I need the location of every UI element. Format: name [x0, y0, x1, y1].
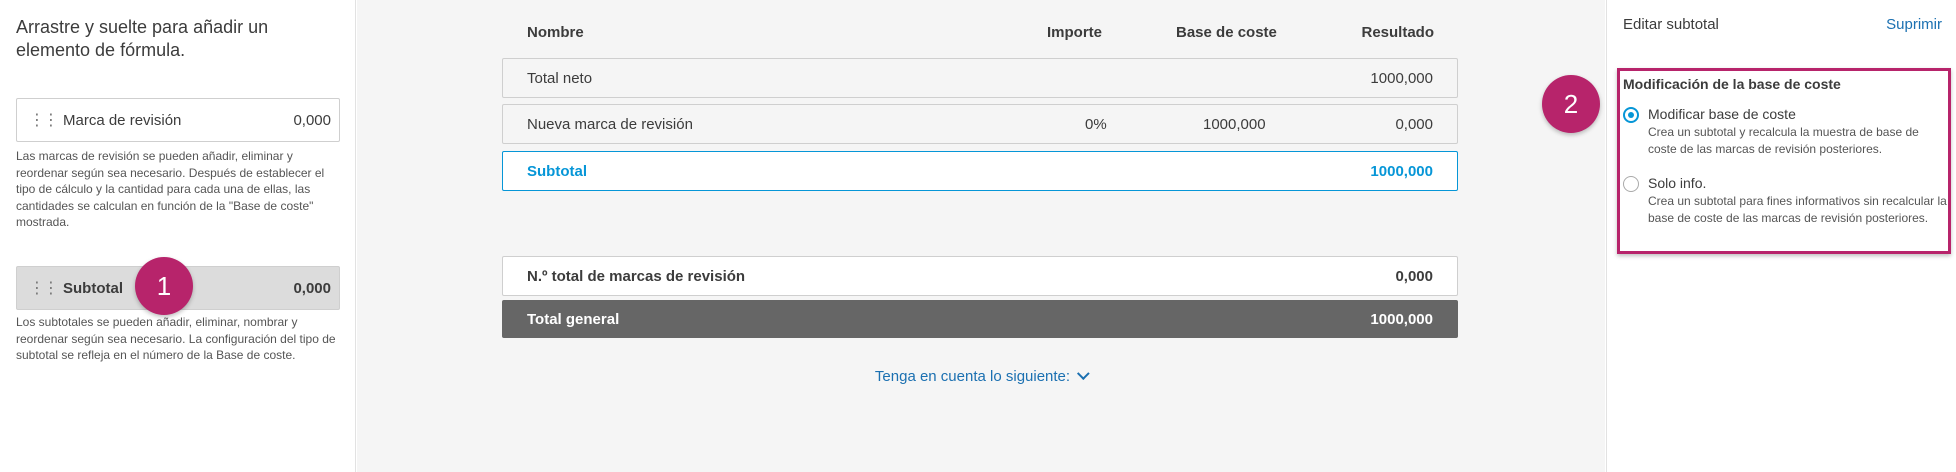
markup-draggable-label: Marca de revisión [63, 111, 182, 129]
subtotal-draggable-value: 0,000 [293, 279, 331, 297]
markup-draggable[interactable]: ⋮⋮ Marca de revisión 0,000 [16, 98, 340, 142]
cost-base-section-title: Modificación de la base de coste [1623, 76, 1841, 92]
formula-canvas: Nombre Importe Base de coste Resultado T… [357, 0, 1605, 472]
row-cost-base: 1000,000 [1203, 116, 1266, 133]
markup-draggable-value: 0,000 [293, 111, 331, 129]
header-cost-base: Base de coste [1176, 24, 1277, 41]
markup-help-text: Las marcas de revisión se pueden añadir,… [16, 149, 325, 229]
header-amount: Importe [1047, 24, 1103, 41]
drag-handle-icon[interactable]: ⋮⋮ [29, 280, 59, 296]
note-link-label: Tenga en cuenta lo siguiente: [874, 368, 1071, 385]
delete-button[interactable]: Suprimir [1886, 16, 1942, 33]
table-header: Nombre Importe Base de coste Resultado [502, 24, 1458, 46]
highlight-frame [1617, 68, 1951, 254]
table-row[interactable]: Nueva marca de revisión 0% 1000,000 0,00… [502, 104, 1458, 144]
info-only-label[interactable]: Solo info. [1648, 175, 1706, 191]
modify-cost-base-radio[interactable] [1623, 107, 1639, 123]
header-name: Nombre [527, 24, 584, 41]
row-result: 0,000 [1395, 116, 1433, 133]
modify-cost-base-label[interactable]: Modificar base de coste [1648, 106, 1796, 122]
callout-badge-2: 2 [1542, 75, 1600, 133]
subtotal-help-text: Los subtotales se pueden añadir, elimina… [16, 315, 336, 362]
info-only-radio[interactable] [1623, 176, 1639, 192]
note-toggle-link[interactable]: Tenga en cuenta lo siguiente: [502, 367, 1458, 385]
row-name: Subtotal [527, 163, 587, 180]
row-result: 1000,000 [1370, 70, 1433, 87]
grand-total-row: Total general 1000,000 [502, 300, 1458, 338]
edit-subtotal-panel: Editar subtotal Suprimir Modificación de… [1606, 0, 1956, 472]
row-name: Nueva marca de revisión [527, 116, 693, 133]
table-row[interactable]: Total neto 1000,000 [502, 58, 1458, 98]
row-name: Total general [527, 311, 620, 328]
row-result: 0,000 [1395, 268, 1433, 285]
total-markups-row: N.º total de marcas de revisión 0,000 [502, 256, 1458, 296]
header-result: Resultado [1361, 24, 1434, 41]
row-result: 1000,000 [1370, 311, 1433, 328]
row-result: 1000,000 [1370, 163, 1433, 180]
palette-title: Arrastre y suelte para añadir un element… [16, 17, 269, 60]
subtotal-row[interactable]: Subtotal 1000,000 [502, 151, 1458, 191]
chevron-down-icon [1077, 367, 1090, 381]
panel-title: Editar subtotal [1623, 16, 1719, 33]
info-only-desc: Crea un subtotal para fines informativos… [1648, 194, 1947, 225]
modify-cost-base-desc: Crea un subtotal y recalcula la muestra … [1648, 125, 1919, 156]
formula-palette: Arrastre y suelte para añadir un element… [0, 0, 356, 472]
drag-handle-icon[interactable]: ⋮⋮ [29, 112, 59, 128]
row-amount: 0% [1085, 116, 1107, 133]
callout-badge-1: 1 [135, 257, 193, 315]
row-name: N.º total de marcas de revisión [527, 268, 746, 285]
row-name: Total neto [527, 70, 593, 87]
